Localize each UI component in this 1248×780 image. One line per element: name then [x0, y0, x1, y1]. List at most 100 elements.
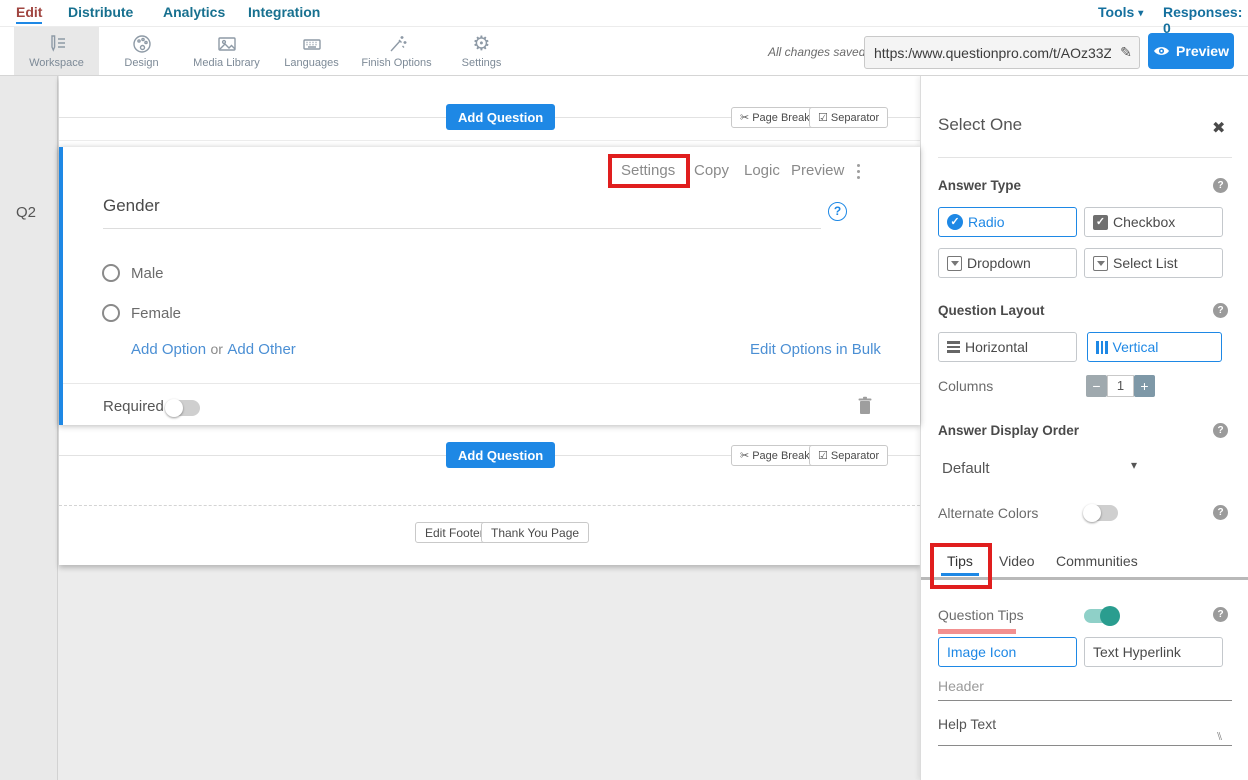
trash-icon[interactable]	[857, 396, 873, 420]
help-icon[interactable]: ?	[1213, 178, 1228, 193]
help-text-input[interactable]	[938, 724, 1232, 746]
page-break-button-bottom[interactable]: ✂Page Break	[731, 445, 819, 466]
help-icon[interactable]: ?	[1213, 607, 1228, 622]
help-icon[interactable]: ?	[1213, 423, 1228, 438]
image-icon-label: Image Icon	[947, 644, 1016, 660]
vertical-bars-icon	[1096, 341, 1108, 354]
toolbar-tab-languages[interactable]: Languages	[269, 27, 354, 75]
toolbar-tab-label: Workspace	[14, 57, 99, 69]
divider	[938, 157, 1232, 158]
columns-increase-button[interactable]: +	[1134, 375, 1155, 397]
question-number-gutter: Q2	[0, 76, 58, 780]
option-label-female[interactable]: Female	[131, 305, 181, 322]
tab-video[interactable]: Video	[999, 553, 1035, 569]
toolbar-tab-design[interactable]: Design	[99, 27, 184, 75]
close-icon[interactable]: ✖	[1212, 118, 1225, 137]
editor-content: Q2 Add Question ✂Page Break ☑Separator S…	[0, 76, 1248, 780]
kebab-menu-icon[interactable]	[855, 162, 862, 181]
answer-type-dropdown-button[interactable]: Dropdown	[938, 248, 1077, 278]
divider	[59, 140, 920, 141]
layout-vertical-button[interactable]: Vertical	[1087, 332, 1222, 362]
survey-url-field[interactable]: ✎	[864, 36, 1140, 69]
checkbox-icon: ☑	[818, 111, 828, 124]
answer-type-checkbox-button[interactable]: ✓ Checkbox	[1084, 207, 1223, 237]
separator-button-top[interactable]: ☑Separator	[809, 107, 888, 128]
option-links-row: Add Option or Add Other	[131, 341, 296, 359]
tabbar-shadow	[921, 577, 1248, 580]
preview-button[interactable]: Preview	[1148, 33, 1234, 69]
question-settings-panel: Select One ✖ Answer Type ? ✓ Radio ✓ Che…	[920, 76, 1248, 780]
nav-edit[interactable]: Edit	[16, 4, 42, 24]
alternate-colors-toggle[interactable]	[1084, 505, 1118, 521]
separator-button-bottom[interactable]: ☑Separator	[809, 445, 888, 466]
responses-count[interactable]: Responses: 0	[1163, 4, 1248, 36]
workspace-icon	[14, 31, 99, 56]
question-help-icon[interactable]: ?	[828, 202, 847, 221]
question-title-underline	[103, 228, 821, 229]
toolbar-tab-finish-options[interactable]: Finish Options	[354, 27, 439, 75]
required-toggle[interactable]	[166, 400, 200, 416]
tab-communities[interactable]: Communities	[1056, 553, 1138, 569]
question-preview-action[interactable]: Preview	[791, 162, 844, 179]
save-status-text: All changes saved	[768, 45, 865, 59]
nav-analytics[interactable]: Analytics	[163, 4, 225, 20]
page-break-label: Page Break	[752, 450, 809, 462]
header-input[interactable]	[938, 676, 1232, 701]
columns-value[interactable]: 1	[1107, 375, 1134, 397]
toolbar-tab-label: Finish Options	[354, 57, 439, 69]
nav-integration[interactable]: Integration	[248, 4, 320, 20]
add-question-button-top[interactable]: Add Question	[446, 104, 555, 130]
radio-selected-icon: ✓	[947, 214, 963, 230]
edit-options-in-bulk-link[interactable]: Edit Options in Bulk	[750, 341, 881, 358]
required-label: Required	[103, 398, 164, 415]
answer-type-select-list-button[interactable]: Select List	[1084, 248, 1223, 278]
help-icon[interactable]: ?	[1213, 303, 1228, 318]
question-title[interactable]: Gender	[103, 196, 160, 216]
edit-pencil-icon[interactable]: ✎	[1113, 45, 1139, 61]
add-option-link[interactable]: Add Option	[131, 341, 206, 358]
thank-you-page-button[interactable]: Thank You Page	[481, 522, 589, 543]
question-tips-label: Question Tips	[938, 607, 1024, 623]
columns-stepper: − 1 +	[1086, 375, 1155, 397]
horizontal-lines-icon	[947, 341, 960, 353]
panel-title: Select One	[938, 115, 1022, 135]
option-radio-male[interactable]	[102, 264, 120, 282]
display-order-select[interactable]: Default	[942, 460, 990, 477]
answer-type-radio-button[interactable]: ✓ Radio	[938, 207, 1077, 237]
annotation-underline-question-tips	[938, 629, 1016, 634]
tab-tips[interactable]: Tips	[947, 553, 973, 569]
chevron-down-icon[interactable]: ▾	[1131, 458, 1137, 472]
question-tips-toggle[interactable]	[1084, 609, 1118, 623]
image-icon	[184, 31, 269, 56]
nav-distribute[interactable]: Distribute	[68, 4, 133, 20]
toolbar-tab-workspace[interactable]: Workspace	[14, 27, 99, 75]
add-other-link[interactable]: Add Other	[227, 341, 295, 358]
question-settings-action[interactable]: Settings	[621, 162, 675, 179]
alternate-colors-label: Alternate Colors	[938, 505, 1038, 521]
eye-icon	[1153, 45, 1170, 57]
answer-type-label: Answer Type	[938, 178, 1021, 193]
toolbar-tab-label: Media Library	[184, 57, 269, 69]
layout-horizontal-button[interactable]: Horizontal	[938, 332, 1077, 362]
question-copy-action[interactable]: Copy	[694, 162, 729, 179]
add-question-button-bottom[interactable]: Add Question	[446, 442, 555, 468]
option-radio-female[interactable]	[102, 304, 120, 322]
question-logic-action[interactable]: Logic	[744, 162, 780, 179]
help-icon[interactable]: ?	[1213, 505, 1228, 520]
horizontal-label: Horizontal	[965, 339, 1028, 355]
page-break-button-top[interactable]: ✂Page Break	[731, 107, 819, 128]
columns-decrease-button[interactable]: −	[1086, 375, 1107, 397]
image-icon-button[interactable]: Image Icon	[938, 637, 1077, 667]
tools-label: Tools	[1098, 4, 1134, 20]
text-hyperlink-button[interactable]: Text Hyperlink	[1084, 637, 1223, 667]
survey-url-input[interactable]	[865, 45, 1113, 61]
chevron-down-icon: ▾	[1138, 8, 1143, 19]
tools-menu[interactable]: Tools ▾	[1098, 4, 1143, 20]
toolbar-tab-settings[interactable]: ⚙ Settings	[439, 27, 524, 75]
checkbox-icon: ☑	[818, 449, 828, 462]
gear-icon: ⚙	[439, 31, 524, 56]
option-label-male[interactable]: Male	[131, 265, 164, 282]
toolbar-tab-media-library[interactable]: Media Library	[184, 27, 269, 75]
divider	[63, 383, 920, 384]
footer-dashed-divider	[59, 505, 920, 506]
